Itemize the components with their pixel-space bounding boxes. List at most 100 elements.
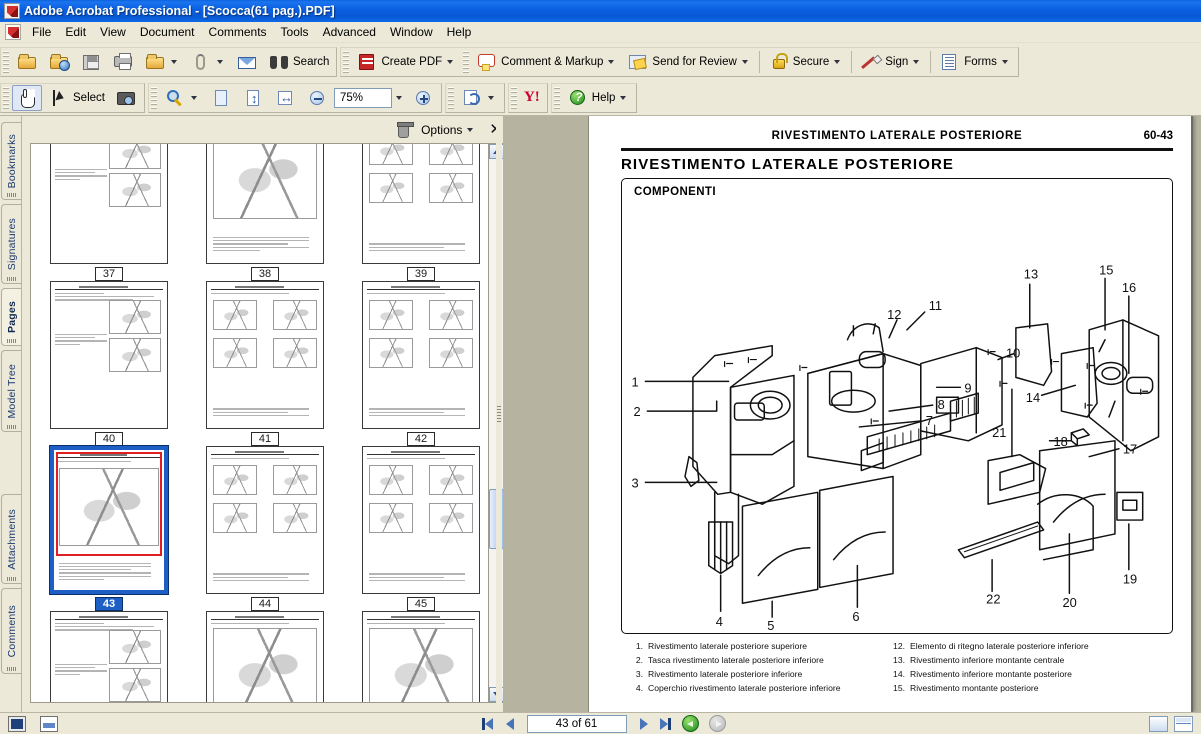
sidebar-item-signatures[interactable]: Signatures — [1, 204, 21, 284]
help-button[interactable]: Help — [563, 85, 634, 111]
toolbar-grip[interactable] — [511, 87, 517, 109]
thumbnail-page-44[interactable]: 44 — [190, 446, 340, 611]
thumbnail-page-47[interactable]: 47 — [190, 611, 340, 703]
chevron-down-icon[interactable] — [191, 96, 197, 100]
sidebar-item-pages[interactable]: Pages — [1, 288, 21, 346]
single-page-view-icon[interactable] — [1149, 716, 1168, 732]
chevron-down-icon[interactable] — [171, 60, 177, 64]
menu-help[interactable]: Help — [440, 23, 479, 41]
chevron-down-icon[interactable] — [834, 60, 840, 64]
next-view-button[interactable] — [709, 715, 726, 732]
fit-width-button[interactable] — [270, 85, 300, 111]
email-button[interactable] — [232, 49, 262, 75]
toolbar-grip[interactable] — [448, 87, 454, 109]
page-number-field[interactable]: 43 of 61 — [527, 715, 627, 733]
thumbnail-image[interactable] — [362, 143, 480, 264]
actual-size-button[interactable] — [206, 85, 236, 111]
thumbnail-page-48[interactable]: 48 — [346, 611, 496, 703]
chevron-down-icon[interactable] — [742, 60, 748, 64]
previous-page-button[interactable] — [499, 715, 521, 733]
chevron-down-icon[interactable] — [1002, 60, 1008, 64]
menu-window[interactable]: Window — [383, 23, 440, 41]
menu-comments[interactable]: Comments — [202, 23, 274, 41]
menu-file[interactable]: File — [25, 23, 58, 41]
next-page-button[interactable] — [633, 715, 655, 733]
chevron-down-icon[interactable] — [620, 96, 626, 100]
print-button[interactable] — [108, 49, 138, 75]
thumbnail-page-39[interactable]: 39 — [346, 143, 496, 281]
thumbnail-image[interactable] — [206, 446, 324, 594]
fit-page-button[interactable] — [238, 85, 268, 111]
create-pdf-button[interactable]: Create PDF — [352, 49, 460, 75]
thumbnail-page-41[interactable]: 41 — [190, 281, 340, 446]
chevron-down-icon[interactable] — [488, 96, 494, 100]
chevron-down-icon[interactable] — [217, 60, 223, 64]
thumbnail-image[interactable] — [362, 611, 480, 703]
document-acrobat-icon[interactable] — [5, 24, 21, 40]
toolbar-grip[interactable] — [3, 51, 9, 73]
menu-tools[interactable]: Tools — [274, 23, 316, 41]
select-tool-button[interactable]: Select — [44, 85, 109, 111]
zoom-in-button[interactable] — [408, 85, 438, 111]
panel-splitter[interactable] — [496, 116, 502, 712]
options-menu-button[interactable]: Options — [418, 121, 479, 139]
thumbnail-image[interactable] — [206, 281, 324, 429]
sidebar-item-attachments[interactable]: Attachments — [1, 494, 21, 584]
secure-button[interactable]: Secure — [764, 49, 847, 75]
thumbnail-image[interactable] — [50, 281, 168, 429]
save-button[interactable] — [76, 49, 106, 75]
thumbnail-image[interactable] — [50, 611, 168, 703]
yahoo-search-button[interactable]: Y! — [520, 85, 544, 111]
thumbnail-page-40[interactable]: 40 — [34, 281, 184, 446]
thumbnail-image[interactable] — [362, 446, 480, 594]
sidebar-item-comments[interactable]: Comments — [1, 588, 21, 674]
zoom-level-input[interactable]: 75% — [334, 88, 392, 108]
thumbnail-image[interactable] — [50, 143, 168, 264]
delete-pages-button[interactable] — [390, 119, 414, 141]
sign-button[interactable]: Sign — [856, 49, 926, 75]
sidebar-item-model-tree[interactable]: Model Tree — [1, 350, 21, 432]
document-view[interactable]: RIVESTIMENTO LATERALE POSTERIORE 60-43 R… — [503, 116, 1201, 712]
previous-view-button[interactable] — [682, 715, 699, 732]
thumbnail-page-45[interactable]: 45 — [346, 446, 496, 611]
attach-folder-button[interactable] — [140, 49, 184, 75]
thumbnail-image[interactable] — [50, 446, 168, 594]
zoom-tool-button[interactable] — [160, 85, 204, 111]
zoom-level-dropdown[interactable] — [393, 88, 407, 108]
toolbar-grip[interactable] — [343, 51, 349, 73]
forms-button[interactable]: Forms — [935, 49, 1015, 75]
thumbnail-image[interactable] — [362, 281, 480, 429]
menu-edit[interactable]: Edit — [58, 23, 93, 41]
chevron-down-icon[interactable] — [608, 60, 614, 64]
page-layout-icon[interactable] — [8, 716, 26, 732]
snapshot-tool-button[interactable] — [111, 85, 141, 111]
thumbnail-page-46[interactable]: 46 — [34, 611, 184, 703]
toolbar-grip[interactable] — [463, 51, 469, 73]
chevron-down-icon[interactable] — [396, 96, 402, 100]
continuous-view-icon[interactable] — [1174, 716, 1193, 732]
menu-advanced[interactable]: Advanced — [316, 23, 383, 41]
toolbar-grip[interactable] — [554, 87, 560, 109]
hand-tool-button[interactable] — [12, 85, 42, 111]
search-button[interactable]: Search — [264, 49, 333, 75]
open-file-button[interactable] — [12, 49, 42, 75]
thumbnail-page-42[interactable]: 42 — [346, 281, 496, 446]
first-page-button[interactable] — [477, 715, 499, 733]
rotate-view-button[interactable] — [457, 85, 501, 111]
toolbar-grip[interactable] — [3, 87, 9, 109]
chevron-down-icon[interactable] — [467, 128, 473, 132]
thumbnail-scroll-area[interactable]: 37 38 39 — [30, 143, 498, 703]
thumbnail-image[interactable] — [206, 143, 324, 264]
menu-document[interactable]: Document — [133, 23, 202, 41]
thumbnail-page-37[interactable]: 37 — [34, 143, 184, 281]
comment-markup-button[interactable]: Comment & Markup — [472, 49, 621, 75]
thumbnail-image[interactable] — [206, 611, 324, 703]
chevron-down-icon[interactable] — [913, 60, 919, 64]
single-page-icon[interactable] — [40, 716, 58, 732]
toolbar-grip[interactable] — [151, 87, 157, 109]
attach-clip-button[interactable] — [186, 49, 230, 75]
send-for-review-button[interactable]: Send for Review — [623, 49, 754, 75]
last-page-button[interactable] — [655, 715, 677, 733]
organizer-button[interactable] — [44, 49, 74, 75]
sidebar-item-bookmarks[interactable]: Bookmarks — [1, 122, 21, 200]
